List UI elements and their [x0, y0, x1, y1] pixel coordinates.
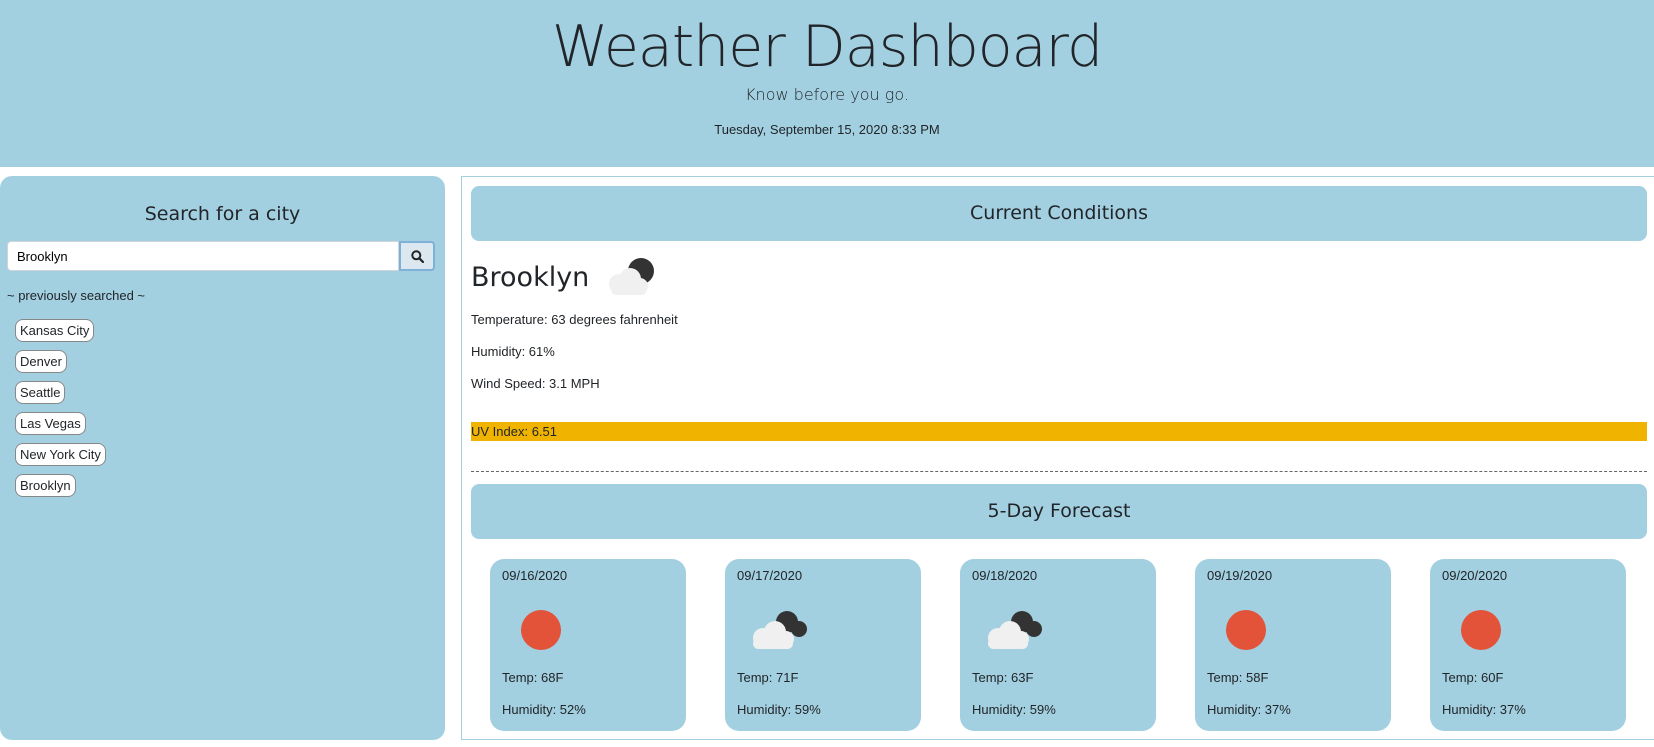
forecast-date: 09/16/2020	[502, 568, 568, 583]
uv-index-bar: UV Index: 6.51	[471, 422, 1647, 441]
current-city-row: Brooklyn	[471, 255, 661, 299]
forecast-temp: Temp: 60F	[1442, 670, 1504, 685]
forecast-card: 09/17/2020 Temp: 71F Humidity: 59%	[725, 559, 921, 731]
sun-icon	[1226, 610, 1266, 650]
search-history-list: Kansas City Denver Seattle Las Vegas New…	[15, 319, 106, 505]
current-temperature: Temperature: 63 degrees fahrenheit	[471, 312, 678, 327]
tagline: Know before you go.	[745, 85, 909, 104]
city-search-input[interactable]	[7, 241, 399, 271]
forecast-temp: Temp: 58F	[1207, 670, 1269, 685]
search-icon	[410, 249, 424, 263]
forecast-card: 09/18/2020 Temp: 63F Humidity: 59%	[960, 559, 1156, 731]
sun-icon	[1461, 610, 1501, 650]
forecast-card: 09/20/2020 Temp: 60F Humidity: 37%	[1430, 559, 1626, 731]
forecast-temp: Temp: 68F	[502, 670, 564, 685]
forecast-date: 09/20/2020	[1442, 568, 1508, 583]
search-form	[7, 241, 435, 271]
search-button[interactable]	[399, 241, 435, 271]
forecast-temp: Temp: 71F	[737, 670, 799, 685]
current-humidity: Humidity: 61%	[471, 344, 555, 359]
forecast-heading: 5-Day Forecast	[471, 484, 1647, 539]
main-panel: Current Conditions Brooklyn Temperature:…	[461, 176, 1654, 740]
history-item-brooklyn[interactable]: Brooklyn	[15, 474, 76, 497]
sun-icon	[521, 610, 561, 650]
cloudy-night-icon	[988, 611, 1042, 649]
history-item-denver[interactable]: Denver	[15, 350, 67, 373]
current-city-name: Brooklyn	[471, 261, 590, 293]
current-datetime: Tuesday, September 15, 2020 8:33 PM	[714, 122, 940, 137]
forecast-humidity: Humidity: 59%	[972, 702, 1056, 717]
page-title: Weather Dashboard	[551, 14, 1103, 80]
forecast-date: 09/19/2020	[1207, 568, 1273, 583]
cloudy-night-icon	[753, 611, 807, 649]
forecast-date: 09/18/2020	[972, 568, 1038, 583]
forecast-humidity: Humidity: 52%	[502, 702, 586, 717]
search-sidebar: Search for a city ~ previously searched …	[0, 176, 445, 740]
forecast-temp: Temp: 63F	[972, 670, 1034, 685]
history-item-kansas-city[interactable]: Kansas City	[15, 319, 95, 342]
previously-searched-label: ~ previously searched ~	[7, 288, 146, 303]
current-conditions-heading: Current Conditions	[471, 186, 1647, 241]
page-header: Weather Dashboard Know before you go. Tu…	[0, 0, 1654, 167]
forecast-humidity: Humidity: 59%	[737, 702, 821, 717]
current-wind-speed: Wind Speed: 3.1 MPH	[471, 376, 600, 391]
forecast-humidity: Humidity: 37%	[1442, 702, 1526, 717]
section-divider	[471, 471, 1647, 472]
history-item-new-york-city[interactable]: New York City	[15, 443, 106, 466]
search-heading: Search for a city	[144, 203, 301, 225]
forecast-date: 09/17/2020	[737, 568, 803, 583]
forecast-card: 09/19/2020 Temp: 58F Humidity: 37%	[1195, 559, 1391, 731]
forecast-card: 09/16/2020 Temp: 68F Humidity: 52%	[490, 559, 686, 731]
history-item-seattle[interactable]: Seattle	[15, 381, 66, 404]
history-item-las-vegas[interactable]: Las Vegas	[15, 412, 86, 435]
partly-cloudy-night-icon	[609, 258, 655, 295]
forecast-humidity: Humidity: 37%	[1207, 702, 1291, 717]
